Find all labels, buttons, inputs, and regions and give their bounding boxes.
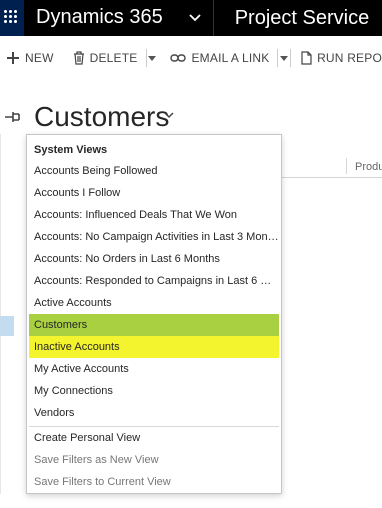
- email-link-button[interactable]: EMAIL A LINK: [170, 40, 269, 76]
- link-icon: [170, 54, 187, 62]
- plus-icon: [7, 52, 19, 64]
- email-link-label: EMAIL A LINK: [191, 51, 270, 65]
- trash-icon: [73, 51, 84, 65]
- menu-section-header: System Views: [34, 144, 108, 156]
- new-button[interactable]: NEW: [6, 40, 54, 76]
- menu-item-no-campaign-activities[interactable]: Accounts: No Campaign Activities in Last…: [29, 226, 279, 248]
- more-commands-dropdown-2[interactable]: [278, 40, 290, 76]
- menu-item-accounts-i-follow[interactable]: Accounts I Follow: [29, 182, 279, 204]
- app-switcher-button[interactable]: [177, 0, 213, 36]
- run-report-button[interactable]: RUN REPO: [301, 40, 382, 76]
- column-header-product[interactable]: Produ: [355, 161, 382, 173]
- menu-item-no-orders[interactable]: Accounts: No Orders in Last 6 Months: [29, 248, 279, 270]
- view-selector-menu: System Views Accounts Being Followed Acc…: [26, 134, 282, 494]
- app-name[interactable]: Dynamics 365: [24, 0, 163, 36]
- run-report-label: RUN REPO: [317, 51, 382, 65]
- report-icon: [301, 51, 312, 65]
- delete-label: DELETE: [89, 51, 138, 65]
- chevron-down-icon[interactable]: [164, 112, 174, 119]
- menu-action-save-filters-current[interactable]: Save Filters to Current View: [29, 471, 279, 493]
- waffle-icon: [3, 9, 17, 23]
- caret-down-icon: [148, 55, 157, 61]
- menu-item-accounts-being-followed[interactable]: Accounts Being Followed: [29, 160, 279, 182]
- divider: [290, 49, 292, 67]
- more-commands-dropdown[interactable]: [146, 40, 158, 76]
- menu-item-customers[interactable]: Customers: [29, 314, 279, 336]
- area-name[interactable]: Project Service: [214, 1, 370, 35]
- grid-left-border: [0, 134, 1, 494]
- column-separator: [346, 158, 347, 174]
- selected-row-indicator: [0, 316, 14, 336]
- view-title[interactable]: Customers: [34, 101, 169, 133]
- menu-action-create-personal-view[interactable]: Create Personal View: [29, 427, 279, 449]
- menu-item-my-connections[interactable]: My Connections: [29, 380, 279, 402]
- caret-down-icon: [280, 55, 289, 61]
- top-nav-bar: Dynamics 365 Project Service: [0, 0, 382, 36]
- menu-action-save-filters-new[interactable]: Save Filters as New View: [29, 449, 279, 471]
- app-launcher-button[interactable]: [0, 0, 24, 36]
- menu-item-active-accounts[interactable]: Active Accounts: [29, 292, 279, 314]
- menu-item-my-active-accounts[interactable]: My Active Accounts: [29, 358, 279, 380]
- menu-item-influenced-deals[interactable]: Accounts: Influenced Deals That We Won: [29, 204, 279, 226]
- new-label: NEW: [25, 51, 54, 65]
- chevron-down-icon: [189, 14, 201, 22]
- command-bar: NEW DELETE EMAIL A LINK RUN REPO: [0, 40, 382, 76]
- menu-item-inactive-accounts[interactable]: Inactive Accounts: [29, 336, 279, 358]
- pin-icon[interactable]: [4, 110, 22, 124]
- delete-button[interactable]: DELETE: [73, 40, 138, 76]
- menu-item-responded-to-campaigns[interactable]: Accounts: Responded to Campaigns in Last…: [29, 270, 279, 292]
- menu-item-vendors[interactable]: Vendors: [29, 402, 279, 424]
